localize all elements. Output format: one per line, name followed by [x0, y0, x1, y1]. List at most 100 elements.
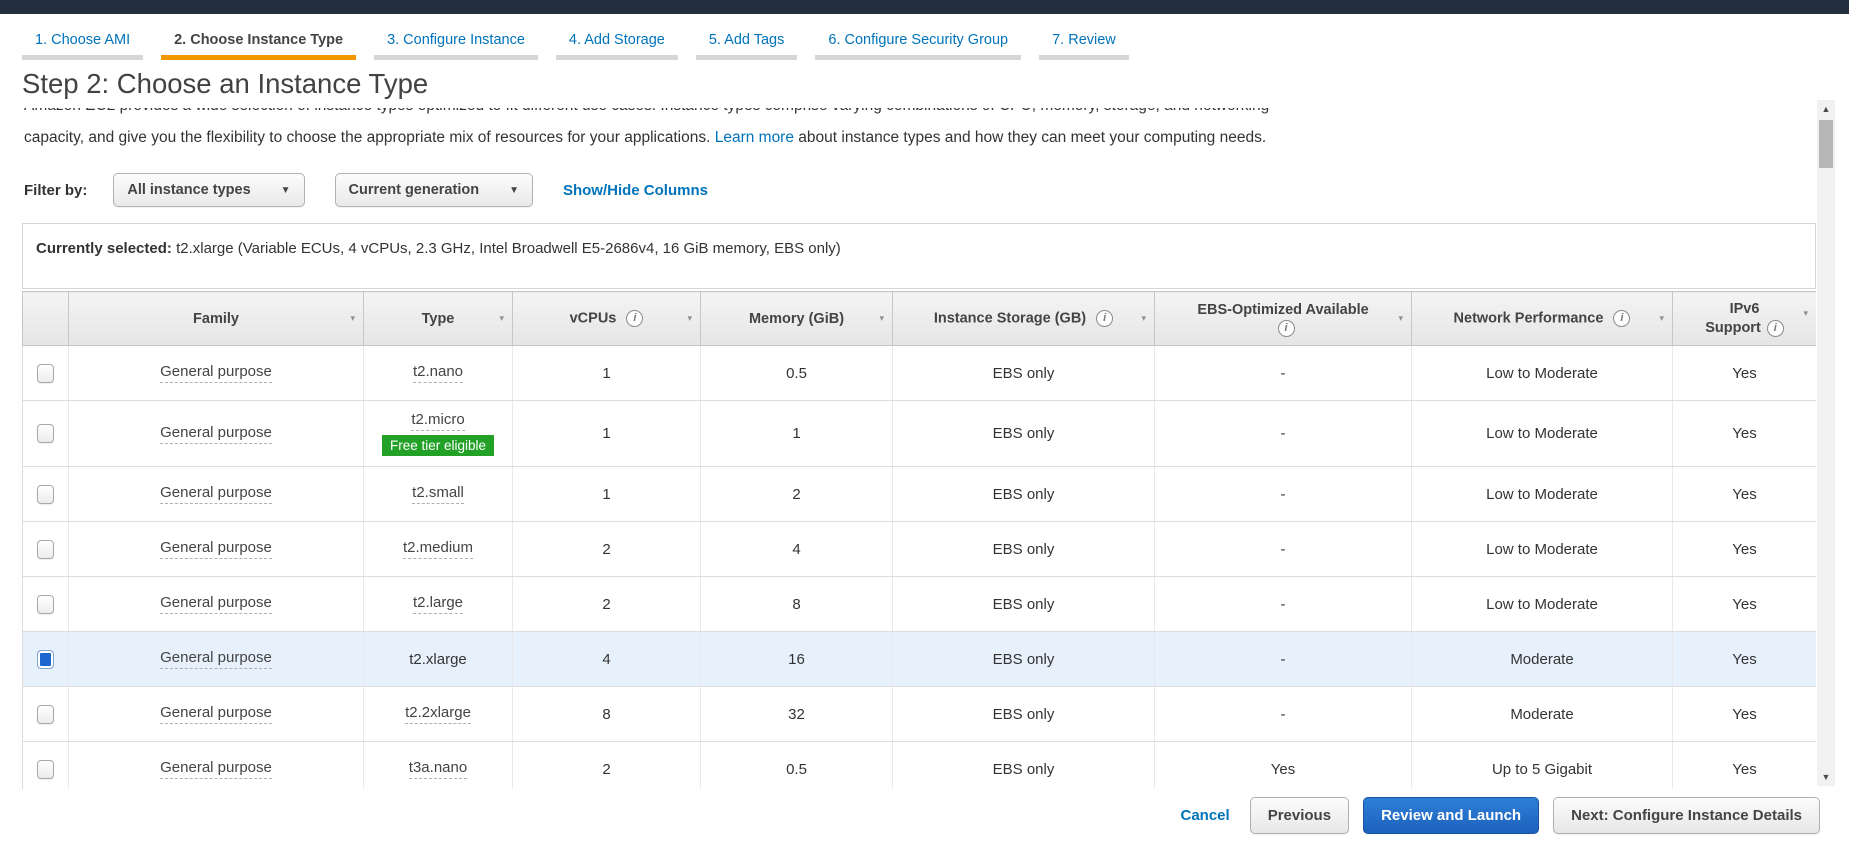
type-link[interactable]: t3a.nano — [408, 759, 468, 779]
type-link[interactable]: t2.small — [412, 484, 464, 504]
ebs-cell: - — [1154, 400, 1412, 467]
description-text: capacity, and give you the flexibility t… — [24, 129, 715, 146]
table-header-row: Family ▾ Type ▾ vCPUs ▾ Memory (GiB) — [22, 291, 1816, 346]
family-link[interactable]: General purpose — [160, 363, 272, 383]
vertical-scrollbar[interactable]: ▲ ▼ — [1817, 100, 1835, 786]
family-link[interactable]: General purpose — [160, 759, 272, 779]
storage-cell: EBS only — [892, 576, 1155, 632]
table-row-t2nano[interactable]: General purpose t2.nano 1 0.5 EBS only -… — [22, 345, 1816, 401]
table-row-t22xlarge[interactable]: General purpose t2.2xlarge 8 32 EBS only… — [22, 686, 1816, 742]
network-cell: Moderate — [1411, 686, 1673, 742]
instance-type-filter-dropdown[interactable]: All instance types ▼ — [113, 173, 305, 207]
show-hide-columns-link[interactable]: Show/Hide Columns — [563, 182, 708, 199]
family-link[interactable]: General purpose — [160, 594, 272, 614]
network-cell: Low to Moderate — [1411, 345, 1673, 401]
next-configure-instance-details-button[interactable]: Next: Configure Instance Details — [1553, 797, 1820, 834]
header-ebs-optimized[interactable]: EBS-Optimized Available ▾ — [1154, 291, 1412, 346]
family-link[interactable]: General purpose — [160, 424, 272, 444]
table-row-t2small[interactable]: General purpose t2.small 1 2 EBS only - … — [22, 466, 1816, 522]
ipv6-cell: Yes — [1672, 466, 1816, 522]
header-network-performance[interactable]: Network Performance ▾ — [1411, 291, 1673, 346]
instance-table-container: Family ▾ Type ▾ vCPUs ▾ Memory (GiB) — [22, 291, 1816, 789]
sort-caret-icon: ▾ — [1141, 312, 1146, 323]
description-line2: capacity, and give you the flexibility t… — [24, 129, 1816, 147]
tab-configure-instance[interactable]: 3. Configure Instance — [374, 23, 538, 60]
family-link[interactable]: General purpose — [160, 649, 272, 669]
info-icon[interactable] — [1277, 319, 1295, 337]
header-type[interactable]: Type ▾ — [363, 291, 513, 346]
sort-caret-icon: ▾ — [879, 312, 884, 323]
network-cell: Up to 5 Gigabit — [1411, 741, 1673, 789]
family-link[interactable]: General purpose — [160, 539, 272, 559]
chevron-down-icon: ▼ — [280, 184, 291, 196]
network-cell: Low to Moderate — [1411, 521, 1673, 577]
tab-add-storage[interactable]: 4. Add Storage — [555, 23, 678, 60]
tab-underline — [555, 55, 678, 60]
header-family[interactable]: Family ▾ — [68, 291, 364, 346]
dropdown-value: All instance types — [127, 182, 251, 198]
table-row-t2xlarge-selected[interactable]: General purpose t2.xlarge 4 16 EBS only … — [22, 631, 1816, 687]
generation-filter-dropdown[interactable]: Current generation ▼ — [334, 173, 533, 207]
table-row-t3anano[interactable]: General purpose t3a.nano 2 0.5 EBS only … — [22, 741, 1816, 789]
tab-review[interactable]: 7. Review — [1039, 23, 1129, 60]
family-link[interactable]: General purpose — [160, 704, 272, 724]
table-row-t2medium[interactable]: General purpose t2.medium 2 4 EBS only -… — [22, 521, 1816, 577]
row-checkbox[interactable] — [37, 704, 54, 724]
memory-cell: 0.5 — [700, 741, 893, 789]
vcpus-cell: 2 — [512, 521, 701, 577]
header-vcpus[interactable]: vCPUs ▾ — [512, 291, 701, 346]
vcpus-cell: 1 — [512, 400, 701, 467]
memory-cell: 4 — [700, 521, 893, 577]
tab-label: 7. Review — [1052, 32, 1116, 48]
sort-caret-icon: ▾ — [499, 312, 504, 323]
tab-add-tags[interactable]: 5. Add Tags — [695, 23, 798, 60]
row-checkbox-checked[interactable] — [37, 649, 54, 669]
tab-choose-instance-type[interactable]: 2. Choose Instance Type — [161, 23, 357, 60]
header-ipv6-support[interactable]: IPv6 Support ▾ — [1672, 291, 1816, 346]
review-and-launch-button[interactable]: Review and Launch — [1363, 797, 1540, 834]
row-checkbox[interactable] — [37, 424, 54, 443]
ebs-cell: - — [1154, 686, 1412, 742]
type-link[interactable]: t2.micro — [411, 411, 465, 431]
row-checkbox[interactable] — [37, 539, 54, 559]
scroll-up-arrow-icon[interactable]: ▲ — [1817, 100, 1835, 118]
row-checkbox[interactable] — [37, 363, 54, 383]
row-checkbox[interactable] — [37, 484, 54, 504]
learn-more-link[interactable]: Learn more — [715, 129, 794, 146]
info-icon[interactable] — [1613, 310, 1631, 327]
header-label: Instance Storage (GB) — [933, 310, 1087, 327]
tab-choose-ami[interactable]: 1. Choose AMI — [22, 23, 144, 60]
info-icon[interactable] — [626, 310, 644, 327]
type-link[interactable]: t2.nano — [412, 363, 464, 383]
previous-button[interactable]: Previous — [1249, 797, 1350, 834]
tab-configure-security-group[interactable]: 6. Configure Security Group — [815, 23, 1022, 60]
description-text: about instance types and how they can me… — [793, 129, 1267, 146]
cancel-link[interactable]: Cancel — [1180, 807, 1229, 824]
page-title: Step 2: Choose an Instance Type — [22, 68, 1816, 108]
type-link[interactable]: t2.xlarge — [409, 651, 467, 668]
tab-label: 1. Choose AMI — [35, 32, 131, 48]
row-checkbox[interactable] — [37, 759, 54, 779]
sort-caret-icon: ▾ — [687, 312, 692, 323]
ebs-cell: - — [1154, 521, 1412, 577]
currently-selected-label: Currently selected: — [36, 240, 172, 257]
table-row-t2micro[interactable]: General purpose t2.micro Free tier eligi… — [22, 400, 1816, 467]
dropdown-value: Current generation — [348, 182, 480, 198]
storage-cell: EBS only — [892, 686, 1155, 742]
scroll-down-arrow-icon[interactable]: ▼ — [1817, 768, 1835, 786]
memory-cell: 0.5 — [700, 345, 893, 401]
info-icon[interactable] — [1096, 310, 1114, 327]
tab-label: 6. Configure Security Group — [828, 32, 1009, 48]
scrollbar-thumb[interactable] — [1819, 120, 1833, 168]
type-link[interactable]: t2.2xlarge — [405, 704, 471, 724]
row-checkbox[interactable] — [37, 594, 54, 614]
header-memory[interactable]: Memory (GiB) ▾ — [700, 291, 893, 346]
header-instance-storage[interactable]: Instance Storage (GB) ▾ — [892, 291, 1155, 346]
tab-underline — [22, 55, 144, 60]
ebs-cell: - — [1154, 345, 1412, 401]
family-link[interactable]: General purpose — [160, 484, 272, 504]
type-link[interactable]: t2.medium — [402, 539, 474, 559]
type-link[interactable]: t2.large — [412, 594, 464, 614]
table-row-t2large[interactable]: General purpose t2.large 2 8 EBS only - … — [22, 576, 1816, 632]
info-icon[interactable] — [1766, 319, 1784, 337]
